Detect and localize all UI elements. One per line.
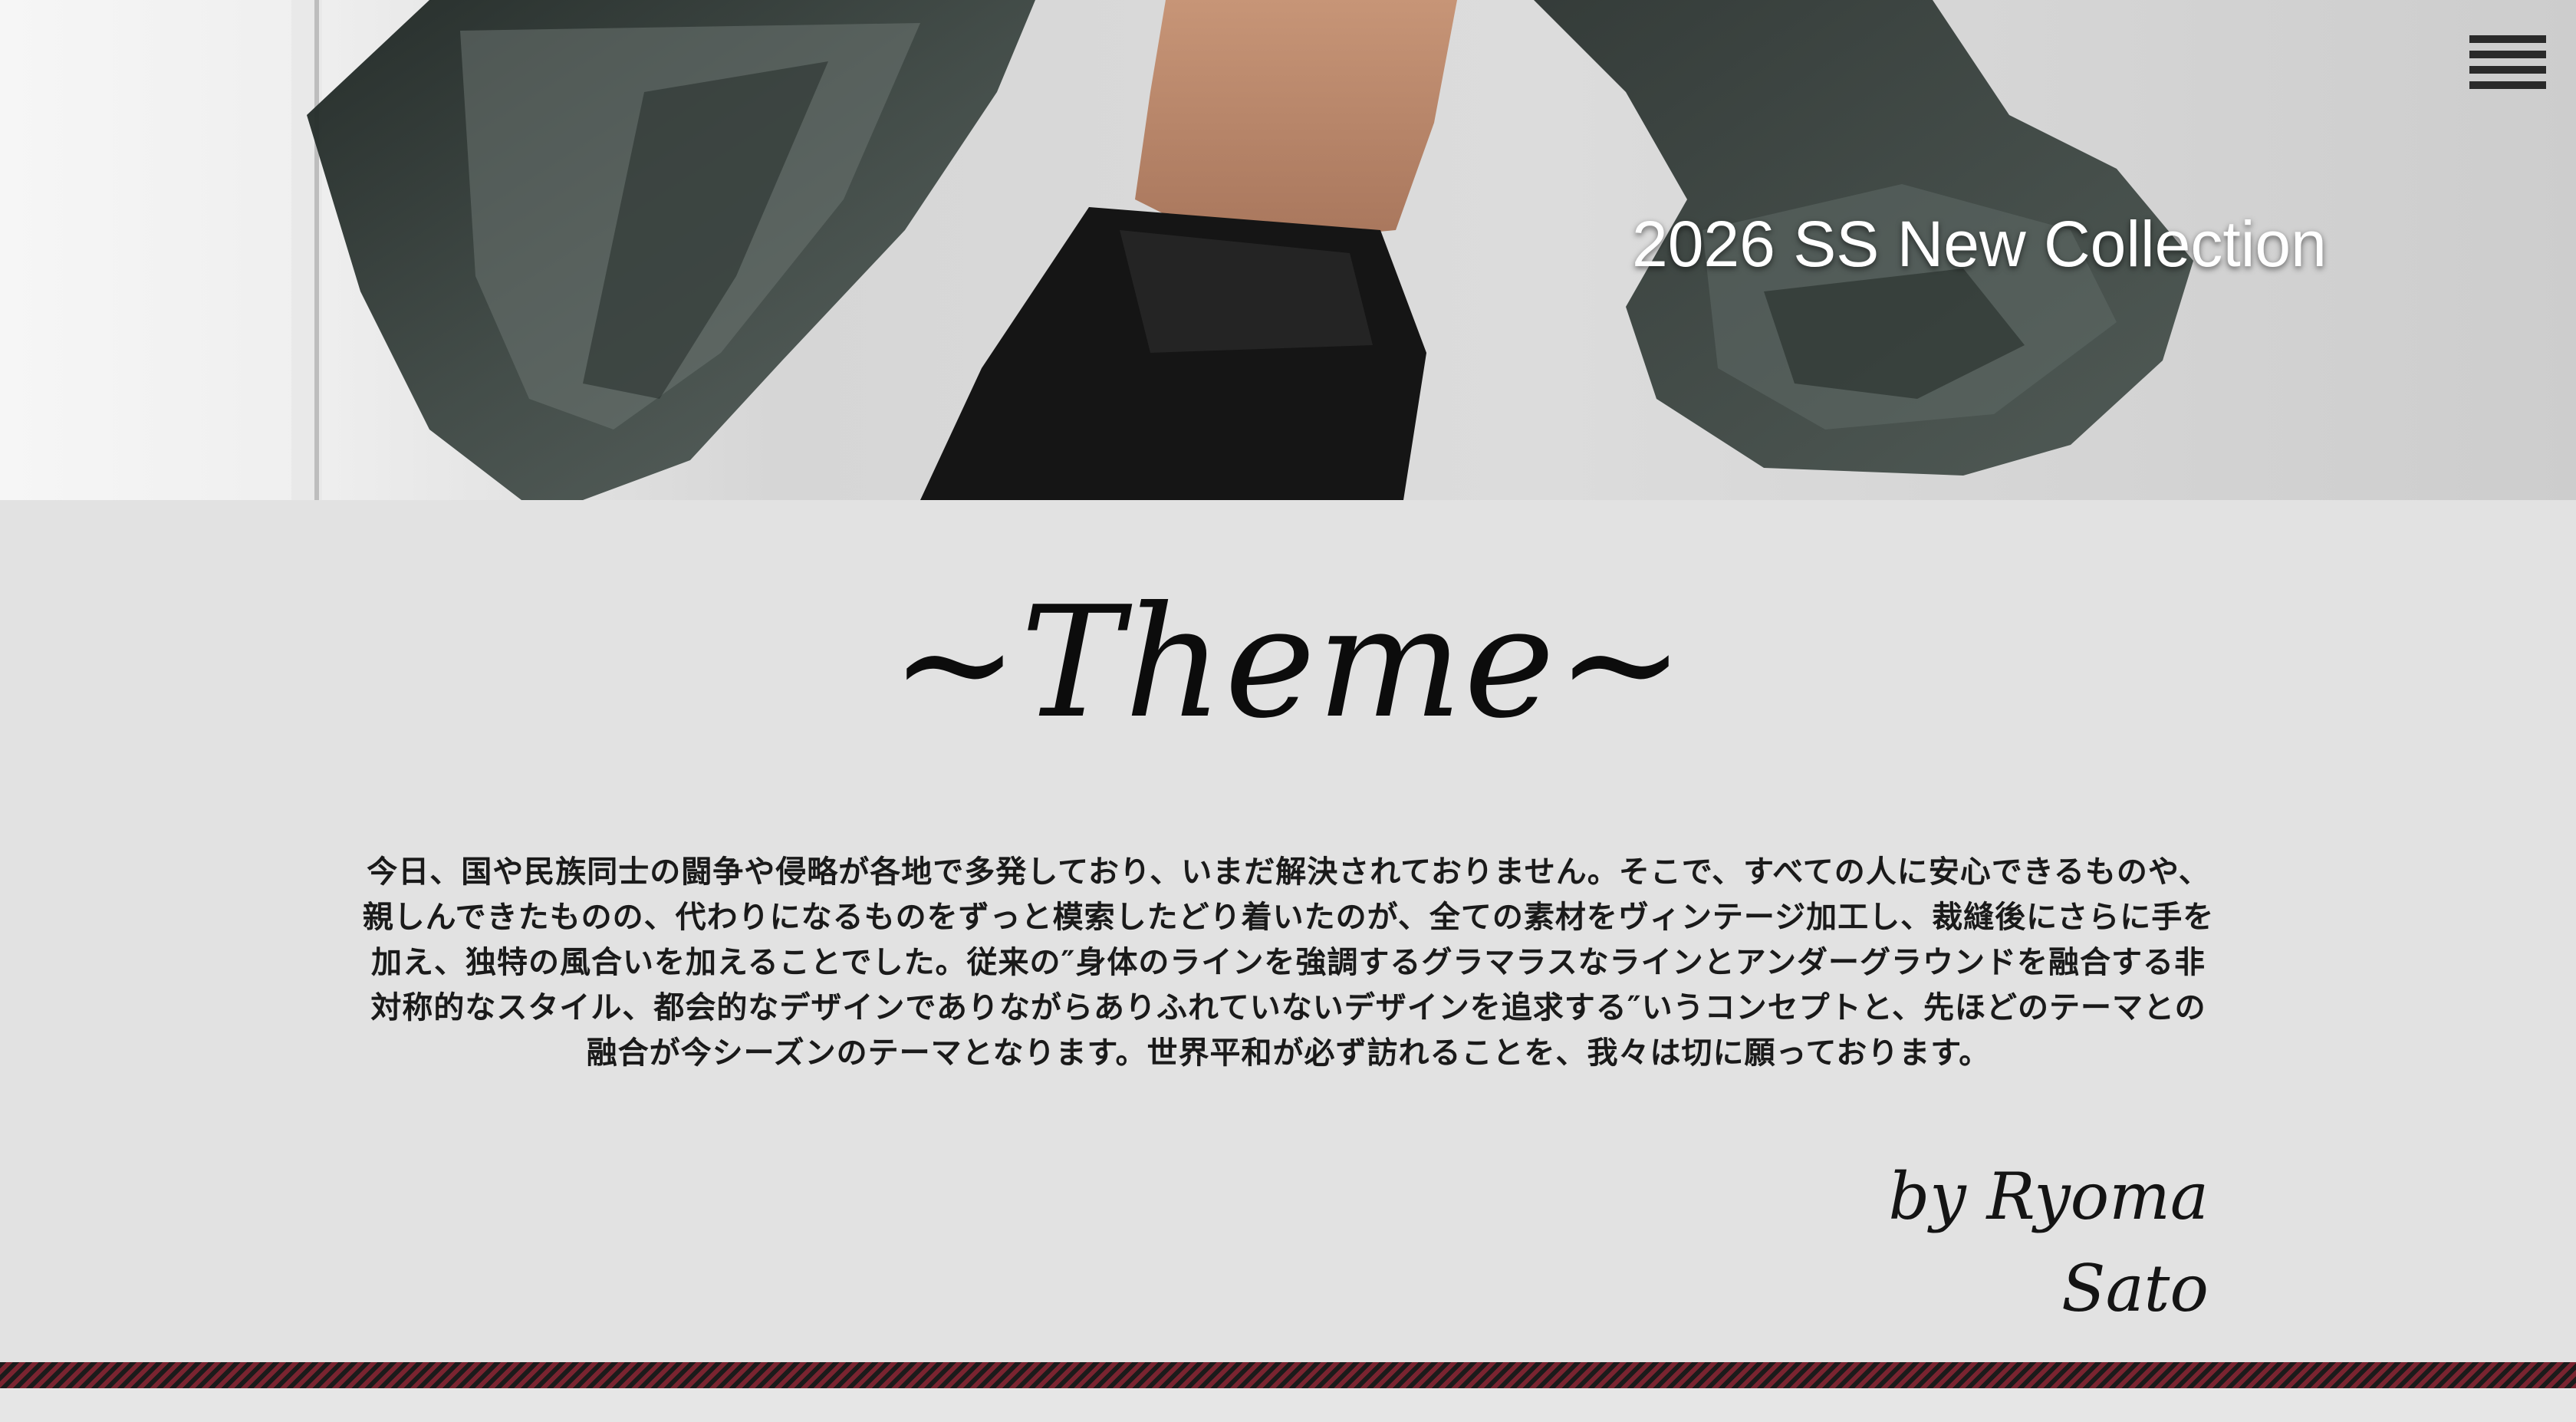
hero-title: 2026 SS New Collection xyxy=(1632,208,2327,280)
menu-bar-bottom xyxy=(2469,81,2546,89)
footer-band xyxy=(0,1388,2576,1422)
designer-signature: by Ryoma Sato xyxy=(1888,1159,2209,1326)
theme-body-text: 今日、国や民族同士の闘争や侵略が各地で多発しており、いまだ解決されておりません。… xyxy=(362,854,2215,1071)
hero-banner: 2026 SS New Collection xyxy=(0,0,2576,500)
theme-heading: ~Theme~ xyxy=(890,574,1686,752)
striped-divider xyxy=(0,1362,2576,1388)
menu-bar-lower-middle xyxy=(2469,66,2546,74)
menu-bar-top xyxy=(2469,35,2546,43)
menu-bar-upper-middle xyxy=(2469,51,2546,58)
hamburger-menu-icon[interactable] xyxy=(2469,35,2546,91)
